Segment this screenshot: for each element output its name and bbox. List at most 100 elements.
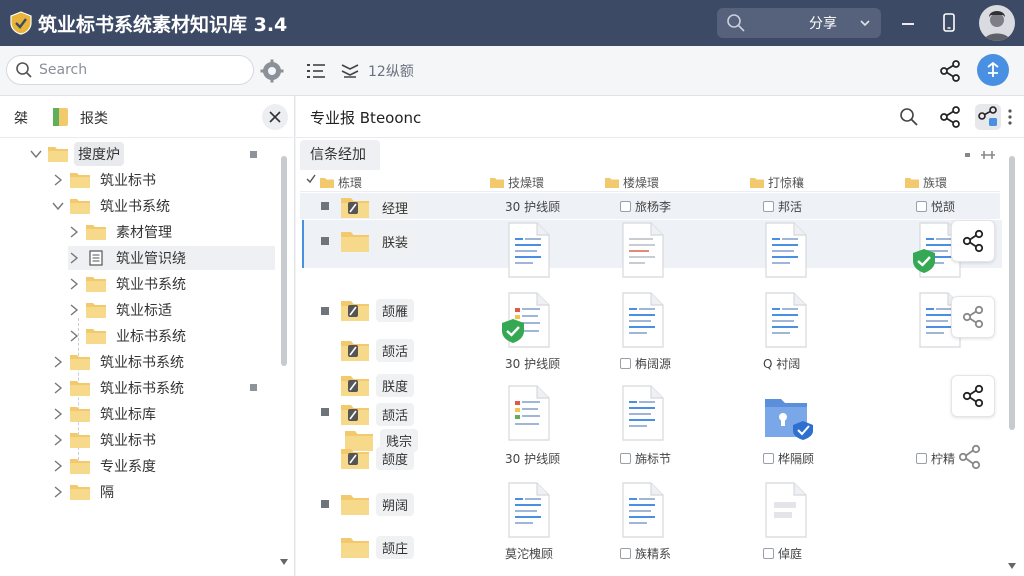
file-checkbox[interactable] — [620, 358, 631, 369]
chevron-right-icon[interactable] — [68, 226, 80, 238]
file-checkbox[interactable] — [620, 548, 631, 559]
close-sidebar-button[interactable] — [262, 104, 288, 130]
file-checkbox[interactable] — [763, 453, 774, 464]
main-scroll-thumb[interactable] — [1009, 156, 1015, 430]
folder-item[interactable]: 颉活 — [340, 338, 415, 362]
main-scrollbar[interactable] — [1006, 156, 1018, 572]
folder-item[interactable]: 朕度 — [340, 373, 415, 397]
small-dot-icon[interactable] — [960, 148, 976, 162]
file-caption[interactable]: 旆标节 — [620, 450, 671, 467]
share-dropdown[interactable]: 分享 — [717, 8, 881, 38]
chevron-right-icon[interactable] — [68, 278, 80, 290]
mobile-view-button[interactable] — [936, 10, 962, 36]
sidebar-tree-item[interactable]: 筑业标适 — [68, 298, 176, 322]
document-item[interactable] — [764, 482, 808, 538]
folder-item[interactable]: 颉雁 — [340, 298, 415, 322]
chevron-down-icon[interactable] — [30, 148, 42, 160]
minimize-button[interactable] — [895, 10, 921, 36]
column-name[interactable]: 打惊穰 — [750, 174, 804, 191]
sidebar-tree-item[interactable]: 筑业管识绕 — [68, 246, 275, 270]
chevron-right-icon[interactable] — [52, 460, 64, 472]
main-share-button[interactable] — [937, 104, 963, 130]
locked-folder-item[interactable] — [763, 385, 815, 441]
floating-share-button[interactable] — [951, 296, 995, 338]
sidebar-tree-item[interactable]: 隔 — [52, 480, 118, 504]
column-name[interactable]: 楼燥環 — [605, 174, 659, 191]
file-caption[interactable]: 旅杨李 — [620, 198, 671, 215]
document-item[interactable] — [507, 385, 551, 441]
chevron-right-icon[interactable] — [68, 330, 80, 342]
sidebar-tree-item[interactable]: 筑业标书 — [52, 428, 160, 452]
chevron-right-icon[interactable] — [52, 434, 64, 446]
file-caption[interactable]: 悦颉 — [916, 198, 955, 215]
file-caption[interactable]: 邦活 — [763, 198, 802, 215]
floating-share-button[interactable] — [951, 375, 995, 417]
check-icon[interactable] — [306, 174, 316, 184]
scroll-down-arrow-icon[interactable] — [279, 558, 289, 566]
sidebar-tree-item[interactable]: 筑业标书系统 — [52, 376, 188, 400]
sidebar-tree-item[interactable]: 业标书系统 — [68, 324, 190, 348]
document-item[interactable] — [764, 292, 808, 348]
file-caption[interactable]: 桦隔顾 — [763, 450, 814, 467]
file-caption[interactable]: 30 护线顾 — [505, 198, 560, 215]
sidebar-tree-item[interactable]: 筑业书系统 — [68, 272, 190, 296]
file-caption[interactable]: 30 护线顾 — [505, 450, 560, 467]
list-view-button[interactable] — [303, 58, 329, 84]
sidebar-tree-item[interactable]: 筑业书系统 — [52, 194, 174, 218]
chevron-right-icon[interactable] — [52, 382, 64, 394]
file-caption[interactable]: 30 护线顾 — [505, 355, 560, 372]
chevron-down-icon[interactable] — [52, 200, 64, 212]
column-name[interactable]: 技燥環 — [490, 174, 544, 191]
document-item[interactable] — [764, 222, 808, 278]
chevron-right-icon[interactable] — [52, 486, 64, 498]
chevron-right-icon[interactable] — [52, 356, 64, 368]
scroll-down-arrow-icon[interactable] — [1007, 562, 1017, 570]
sidebar-tree-item[interactable]: 筑业标库 — [52, 402, 160, 426]
document-item[interactable] — [621, 482, 665, 538]
folder-item[interactable]: 颉庄 — [340, 535, 415, 559]
file-checkbox[interactable] — [763, 548, 774, 559]
document-item[interactable] — [621, 222, 665, 278]
floating-share-button[interactable] — [951, 220, 995, 262]
column-name[interactable]: 栋環 — [320, 174, 362, 191]
folder-item[interactable]: 颉活 — [340, 402, 415, 426]
file-caption[interactable]: 柠精 — [916, 450, 955, 467]
file-checkbox[interactable] — [620, 453, 631, 464]
share-button[interactable] — [937, 58, 963, 84]
chevron-right-icon[interactable] — [52, 408, 64, 420]
sidebar-tree-item[interactable]: 专业系度 — [52, 454, 160, 478]
folder-item[interactable]: 颉度 — [340, 446, 415, 470]
sidebar-tree-item[interactable]: 搜度炉 — [30, 142, 124, 166]
folder-item[interactable]: 经理 — [340, 195, 415, 219]
sync-button[interactable] — [977, 54, 1009, 86]
filter-button[interactable] — [337, 58, 363, 84]
file-caption[interactable]: Q 衬阔 — [763, 355, 800, 372]
file-checkbox[interactable] — [763, 201, 774, 212]
user-avatar[interactable] — [979, 5, 1015, 41]
file-checkbox[interactable] — [620, 201, 631, 212]
document-item[interactable] — [621, 292, 665, 348]
share-button-faded[interactable] — [957, 444, 985, 472]
file-checkbox[interactable] — [916, 201, 927, 212]
file-caption[interactable]: 倬庭 — [763, 545, 802, 562]
file-caption[interactable]: 族精系 — [620, 545, 671, 562]
folder-item[interactable]: 朕装 — [340, 229, 415, 253]
main-search-button[interactable] — [896, 104, 922, 130]
file-checkbox[interactable] — [916, 453, 927, 464]
sidebar-tree-item[interactable]: 筑业标书系统 — [52, 350, 188, 374]
file-caption[interactable]: 栴阔源 — [620, 355, 671, 372]
search-input[interactable] — [39, 62, 239, 78]
chevron-right-icon[interactable] — [68, 304, 80, 316]
expand-columns-icon[interactable] — [980, 148, 996, 162]
search-box[interactable] — [6, 55, 254, 85]
document-item[interactable] — [507, 222, 551, 278]
file-caption[interactable]: 莫沱槐顾 — [505, 545, 553, 562]
column-name[interactable]: 族環 — [905, 174, 947, 191]
document-item[interactable] — [621, 385, 665, 441]
sidebar-tree-item[interactable]: 素材管理 — [68, 220, 176, 244]
share-link-button[interactable] — [975, 104, 1001, 130]
sidebar-tree-item[interactable]: 筑业标书 — [52, 168, 160, 192]
document-item[interactable] — [502, 292, 551, 348]
chevron-right-icon[interactable] — [52, 174, 64, 186]
settings-button[interactable] — [259, 58, 285, 84]
